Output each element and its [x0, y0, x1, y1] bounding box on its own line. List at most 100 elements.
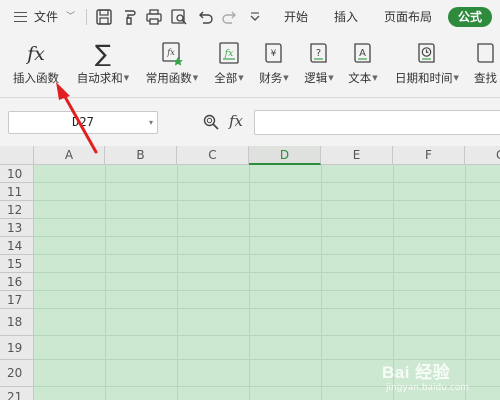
tab-formulas[interactable]: 公式	[448, 7, 492, 27]
row-header-10[interactable]: 10	[0, 165, 34, 183]
grid-line	[34, 308, 500, 309]
column-header-a[interactable]: A	[34, 146, 105, 165]
grid-line	[34, 218, 500, 219]
dropdown-caret-icon: ▼	[238, 74, 244, 82]
row-header-19[interactable]: 19	[0, 336, 34, 360]
dropdown-caret-icon: ▼	[372, 74, 378, 82]
row-header-11[interactable]: 11	[0, 183, 34, 201]
name-box[interactable]: D27 ▾	[8, 111, 158, 134]
all-functions-icon: fx	[219, 42, 239, 64]
row-header-14[interactable]: 14	[0, 237, 34, 255]
finance-functions-button[interactable]: ¥ 财务▼	[254, 34, 294, 98]
svg-text:fx: fx	[166, 48, 175, 57]
print-preview-icon[interactable]	[170, 8, 188, 26]
dropdown-caret-icon: ▼	[453, 74, 459, 82]
lookup-functions-button[interactable]: 查找	[470, 34, 500, 98]
grid-line	[34, 200, 500, 201]
tab-home[interactable]: 开始	[284, 0, 308, 34]
finance-label: 财务	[259, 71, 283, 85]
insert-function-label: 插入函数	[13, 71, 59, 85]
svg-text:?: ?	[316, 48, 321, 59]
grid-line	[34, 272, 500, 273]
column-header-e[interactable]: E	[321, 146, 393, 165]
column-header-f[interactable]: F	[393, 146, 465, 165]
datetime-label: 日期和时间	[395, 71, 453, 85]
formula-bar: D27 ▾ fx	[0, 98, 500, 146]
fx-icon[interactable]: fx	[229, 112, 243, 130]
grid-line	[34, 290, 500, 291]
common-functions-label: 常用函数	[145, 71, 192, 85]
lookup-label: 查找	[474, 71, 497, 85]
svg-text:fx: fx	[224, 49, 233, 59]
all-functions-label: 全部	[214, 71, 238, 85]
sigma-icon: ∑	[95, 40, 111, 66]
formula-input[interactable]	[254, 110, 500, 135]
watermark-brand: Bai 经验	[382, 363, 451, 382]
logic-icon: ?	[310, 43, 327, 63]
column-header-d[interactable]: D	[249, 146, 321, 165]
autosum-label: 自动求和	[76, 71, 123, 85]
grid-line	[249, 165, 250, 400]
text-icon: A	[354, 43, 371, 63]
common-function-icon: fx	[162, 42, 183, 66]
grid-line	[34, 182, 500, 183]
save-icon[interactable]	[95, 8, 113, 26]
svg-text:fx: fx	[25, 43, 45, 65]
undo-icon[interactable]	[196, 8, 214, 26]
column-header-b[interactable]: B	[105, 146, 177, 165]
row-header-18[interactable]: 18	[0, 309, 34, 336]
grid-line	[177, 165, 178, 400]
chevron-down-icon[interactable]: ▾	[149, 112, 153, 133]
svg-text:∑: ∑	[95, 40, 111, 66]
logic-label: 逻辑	[304, 71, 328, 85]
dropdown-caret-icon: ▼	[123, 74, 130, 82]
baidu-watermark: Bai 经验 jingyan.baidu.com	[382, 358, 500, 400]
text-label: 文本	[348, 71, 372, 85]
tab-page-layout[interactable]: 页面布局	[384, 0, 432, 34]
dropdown-caret-icon: ▼	[283, 74, 289, 82]
menu-icon[interactable]	[14, 12, 27, 22]
row-header-13[interactable]: 13	[0, 219, 34, 237]
redo-icon[interactable]	[221, 8, 239, 26]
all-functions-button[interactable]: fx 全部▼	[209, 34, 249, 98]
menu-bar: 文件 ﹀ 开始 插入 页面布局 公式	[0, 0, 500, 34]
grid-line	[34, 236, 500, 237]
format-painter-icon[interactable]	[121, 8, 139, 26]
print-icon[interactable]	[145, 8, 163, 26]
tab-insert[interactable]: 插入	[334, 0, 358, 34]
fx-icon: fx	[25, 43, 45, 65]
logical-functions-button[interactable]: ? 逻辑▼	[299, 34, 339, 98]
row-header-20[interactable]: 20	[0, 360, 34, 387]
column-header-g[interactable]: G	[465, 146, 500, 165]
grid-line	[34, 254, 500, 255]
row-header-21[interactable]: 21	[0, 387, 34, 400]
grid-line	[34, 335, 500, 336]
insert-function-button[interactable]: fx 插入函数	[8, 34, 64, 98]
watermark-url: jingyan.baidu.com	[386, 383, 470, 393]
row-header-12[interactable]: 12	[0, 201, 34, 219]
column-header-c[interactable]: C	[177, 146, 249, 165]
chevron-down-icon[interactable]: ﹀	[66, 0, 75, 34]
grid-line	[105, 165, 106, 400]
name-box-value: D27	[72, 115, 94, 129]
customize-toolbar-icon[interactable]	[246, 8, 264, 26]
select-all-corner[interactable]	[0, 146, 34, 165]
autosum-button[interactable]: ∑ 自动求和▼	[72, 34, 134, 98]
svg-text:¥: ¥	[271, 49, 277, 59]
row-header-17[interactable]: 17	[0, 291, 34, 309]
dropdown-caret-icon: ▼	[328, 74, 334, 82]
datetime-functions-button[interactable]: 日期和时间▼	[389, 34, 465, 98]
file-menu[interactable]: 文件	[34, 0, 58, 34]
common-functions-button[interactable]: fx 常用函数▼	[140, 34, 204, 98]
grid-line	[321, 165, 322, 400]
finance-icon: ¥	[265, 43, 282, 63]
ribbon: fx 插入函数 ∑ 自动求和▼ fx 常用函数▼ fx 全部▼ ¥ 财务▼ ? …	[0, 34, 500, 98]
row-header-16[interactable]: 16	[0, 273, 34, 291]
dropdown-caret-icon: ▼	[192, 74, 199, 82]
zoom-search-icon[interactable]	[202, 113, 220, 131]
toolbar-separator	[86, 9, 87, 25]
row-header-15[interactable]: 15	[0, 255, 34, 273]
svg-text:A: A	[359, 48, 366, 59]
datetime-icon	[418, 43, 435, 63]
text-functions-button[interactable]: A 文本▼	[343, 34, 383, 98]
